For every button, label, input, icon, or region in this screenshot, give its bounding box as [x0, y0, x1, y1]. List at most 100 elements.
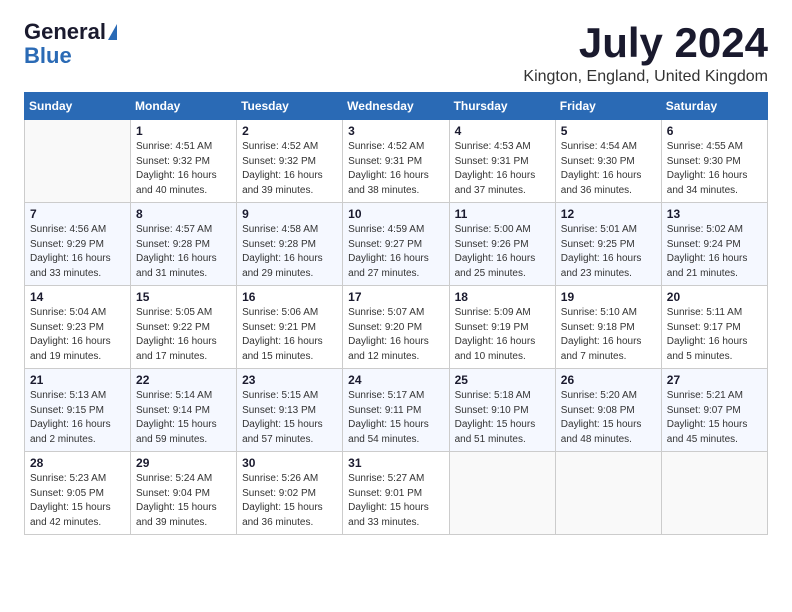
day-info: Sunrise: 5:27 AM Sunset: 9:01 PM Dayligh… [348, 472, 443, 530]
day-number: 23 [242, 373, 337, 387]
day-info: Sunrise: 4:55 AM Sunset: 9:30 PM Dayligh… [667, 140, 762, 198]
day-number: 27 [667, 373, 762, 387]
calendar-cell: 13 Sunrise: 5:02 AM Sunset: 9:24 PM Dayli… [661, 203, 767, 286]
day-number: 6 [667, 124, 762, 138]
calendar-cell: 25 Sunrise: 5:18 AM Sunset: 9:10 PM Dayli… [449, 369, 555, 452]
day-info: Sunrise: 4:52 AM Sunset: 9:31 PM Dayligh… [348, 140, 443, 198]
calendar-cell: 16Sunrise: 5:06 AM Sunset: 9:21 PM Dayli… [237, 286, 343, 369]
logo-general: General [24, 20, 106, 44]
day-number: 28 [30, 456, 125, 470]
day-info: Sunrise: 5:13 AM Sunset: 9:15 PM Dayligh… [30, 389, 125, 447]
calendar-cell: 2 Sunrise: 4:52 AM Sunset: 9:32 PM Daylig… [237, 120, 343, 203]
day-number: 21 [30, 373, 125, 387]
day-number: 14 [30, 290, 125, 304]
logo-triangle-icon [108, 24, 117, 40]
day-number: 30 [242, 456, 337, 470]
calendar-cell: 1Sunrise: 4:51 AM Sunset: 9:32 PM Daylig… [131, 120, 237, 203]
day-number: 24 [348, 373, 443, 387]
calendar-cell: 15Sunrise: 5:05 AM Sunset: 9:22 PM Dayli… [131, 286, 237, 369]
calendar-cell: 29 Sunrise: 5:24 AM Sunset: 9:04 PM Dayli… [131, 452, 237, 535]
calendar-cell: 17Sunrise: 5:07 AM Sunset: 9:20 PM Dayli… [343, 286, 449, 369]
day-info: Sunrise: 4:59 AM Sunset: 9:27 PM Dayligh… [348, 223, 443, 281]
day-info: Sunrise: 5:24 AM Sunset: 9:04 PM Dayligh… [136, 472, 231, 530]
month-title: July 2024 [523, 20, 768, 66]
day-info: Sunrise: 5:23 AM Sunset: 9:05 PM Dayligh… [30, 472, 125, 530]
day-number: 12 [561, 207, 656, 221]
day-info: Sunrise: 5:18 AM Sunset: 9:10 PM Dayligh… [455, 389, 550, 447]
day-number: 11 [455, 207, 550, 221]
day-number: 4 [455, 124, 550, 138]
calendar-cell: 14 Sunrise: 5:04 AM Sunset: 9:23 PM Dayli… [25, 286, 131, 369]
day-info: Sunrise: 4:51 AM Sunset: 9:32 PM Dayligh… [136, 140, 231, 198]
weekday-header-wednesday: Wednesday [343, 93, 449, 120]
weekday-header-sunday: Sunday [25, 93, 131, 120]
day-info: Sunrise: 5:10 AM Sunset: 9:18 PM Dayligh… [561, 306, 656, 364]
day-info: Sunrise: 4:58 AM Sunset: 9:28 PM Dayligh… [242, 223, 337, 281]
calendar-week-row: 21 Sunrise: 5:13 AM Sunset: 9:15 PM Dayli… [25, 369, 768, 452]
day-number: 9 [242, 207, 337, 221]
day-number: 26 [561, 373, 656, 387]
weekday-header-monday: Monday [131, 93, 237, 120]
calendar-cell: 7 Sunrise: 4:56 AM Sunset: 9:29 PM Daylig… [25, 203, 131, 286]
day-info: Sunrise: 5:11 AM Sunset: 9:17 PM Dayligh… [667, 306, 762, 364]
calendar-cell: 24 Sunrise: 5:17 AM Sunset: 9:11 PM Dayli… [343, 369, 449, 452]
calendar-cell: 18 Sunrise: 5:09 AM Sunset: 9:19 PM Dayli… [449, 286, 555, 369]
weekday-header-thursday: Thursday [449, 93, 555, 120]
day-info: Sunrise: 4:53 AM Sunset: 9:31 PM Dayligh… [455, 140, 550, 198]
day-number: 10 [348, 207, 443, 221]
calendar-cell [555, 452, 661, 535]
day-number: 20 [667, 290, 762, 304]
calendar-cell: 4 Sunrise: 4:53 AM Sunset: 9:31 PM Daylig… [449, 120, 555, 203]
day-number: 22 [136, 373, 231, 387]
day-info: Sunrise: 5:09 AM Sunset: 9:19 PM Dayligh… [455, 306, 550, 364]
day-info: Sunrise: 5:21 AM Sunset: 9:07 PM Dayligh… [667, 389, 762, 447]
calendar-week-row: 1Sunrise: 4:51 AM Sunset: 9:32 PM Daylig… [25, 120, 768, 203]
calendar-week-row: 28 Sunrise: 5:23 AM Sunset: 9:05 PM Dayli… [25, 452, 768, 535]
day-info: Sunrise: 5:15 AM Sunset: 9:13 PM Dayligh… [242, 389, 337, 447]
day-info: Sunrise: 5:26 AM Sunset: 9:02 PM Dayligh… [242, 472, 337, 530]
calendar-cell: 10 Sunrise: 4:59 AM Sunset: 9:27 PM Dayli… [343, 203, 449, 286]
day-info: Sunrise: 4:52 AM Sunset: 9:32 PM Dayligh… [242, 140, 337, 198]
calendar-cell: 9 Sunrise: 4:58 AM Sunset: 9:28 PM Daylig… [237, 203, 343, 286]
day-number: 19 [561, 290, 656, 304]
day-info: Sunrise: 5:02 AM Sunset: 9:24 PM Dayligh… [667, 223, 762, 281]
day-number: 13 [667, 207, 762, 221]
calendar-cell: 26 Sunrise: 5:20 AM Sunset: 9:08 PM Dayli… [555, 369, 661, 452]
calendar-cell: 11 Sunrise: 5:00 AM Sunset: 9:26 PM Dayli… [449, 203, 555, 286]
day-number: 7 [30, 207, 125, 221]
title-block: July 2024 Kington, England, United Kingd… [523, 20, 768, 86]
day-info: Sunrise: 5:20 AM Sunset: 9:08 PM Dayligh… [561, 389, 656, 447]
day-number: 29 [136, 456, 231, 470]
day-number: 31 [348, 456, 443, 470]
weekday-header-saturday: Saturday [661, 93, 767, 120]
calendar-cell [661, 452, 767, 535]
calendar-header-row: SundayMondayTuesdayWednesdayThursdayFrid… [25, 93, 768, 120]
calendar-cell [449, 452, 555, 535]
logo-blue: Blue [24, 44, 72, 68]
day-info: Sunrise: 5:17 AM Sunset: 9:11 PM Dayligh… [348, 389, 443, 447]
calendar-cell [25, 120, 131, 203]
day-info: Sunrise: 4:54 AM Sunset: 9:30 PM Dayligh… [561, 140, 656, 198]
day-info: Sunrise: 4:56 AM Sunset: 9:29 PM Dayligh… [30, 223, 125, 281]
calendar-table: SundayMondayTuesdayWednesdayThursdayFrid… [24, 92, 768, 535]
calendar-cell: 28 Sunrise: 5:23 AM Sunset: 9:05 PM Dayli… [25, 452, 131, 535]
calendar-cell: 3 Sunrise: 4:52 AM Sunset: 9:31 PM Daylig… [343, 120, 449, 203]
calendar-cell: 31 Sunrise: 5:27 AM Sunset: 9:01 PM Dayli… [343, 452, 449, 535]
weekday-header-tuesday: Tuesday [237, 93, 343, 120]
calendar-cell: 5Sunrise: 4:54 AM Sunset: 9:30 PM Daylig… [555, 120, 661, 203]
day-number: 18 [455, 290, 550, 304]
day-info: Sunrise: 5:00 AM Sunset: 9:26 PM Dayligh… [455, 223, 550, 281]
day-number: 2 [242, 124, 337, 138]
day-number: 8 [136, 207, 231, 221]
day-info: Sunrise: 5:04 AM Sunset: 9:23 PM Dayligh… [30, 306, 125, 364]
calendar-cell: 27 Sunrise: 5:21 AM Sunset: 9:07 PM Dayli… [661, 369, 767, 452]
location: Kington, England, United Kingdom [523, 68, 768, 86]
day-number: 3 [348, 124, 443, 138]
calendar-week-row: 7 Sunrise: 4:56 AM Sunset: 9:29 PM Daylig… [25, 203, 768, 286]
calendar-cell: 20 Sunrise: 5:11 AM Sunset: 9:17 PM Dayli… [661, 286, 767, 369]
logo: General Blue [24, 20, 117, 68]
day-info: Sunrise: 5:06 AM Sunset: 9:21 PM Dayligh… [242, 306, 337, 364]
weekday-header-friday: Friday [555, 93, 661, 120]
calendar-cell: 19 Sunrise: 5:10 AM Sunset: 9:18 PM Dayli… [555, 286, 661, 369]
day-number: 25 [455, 373, 550, 387]
